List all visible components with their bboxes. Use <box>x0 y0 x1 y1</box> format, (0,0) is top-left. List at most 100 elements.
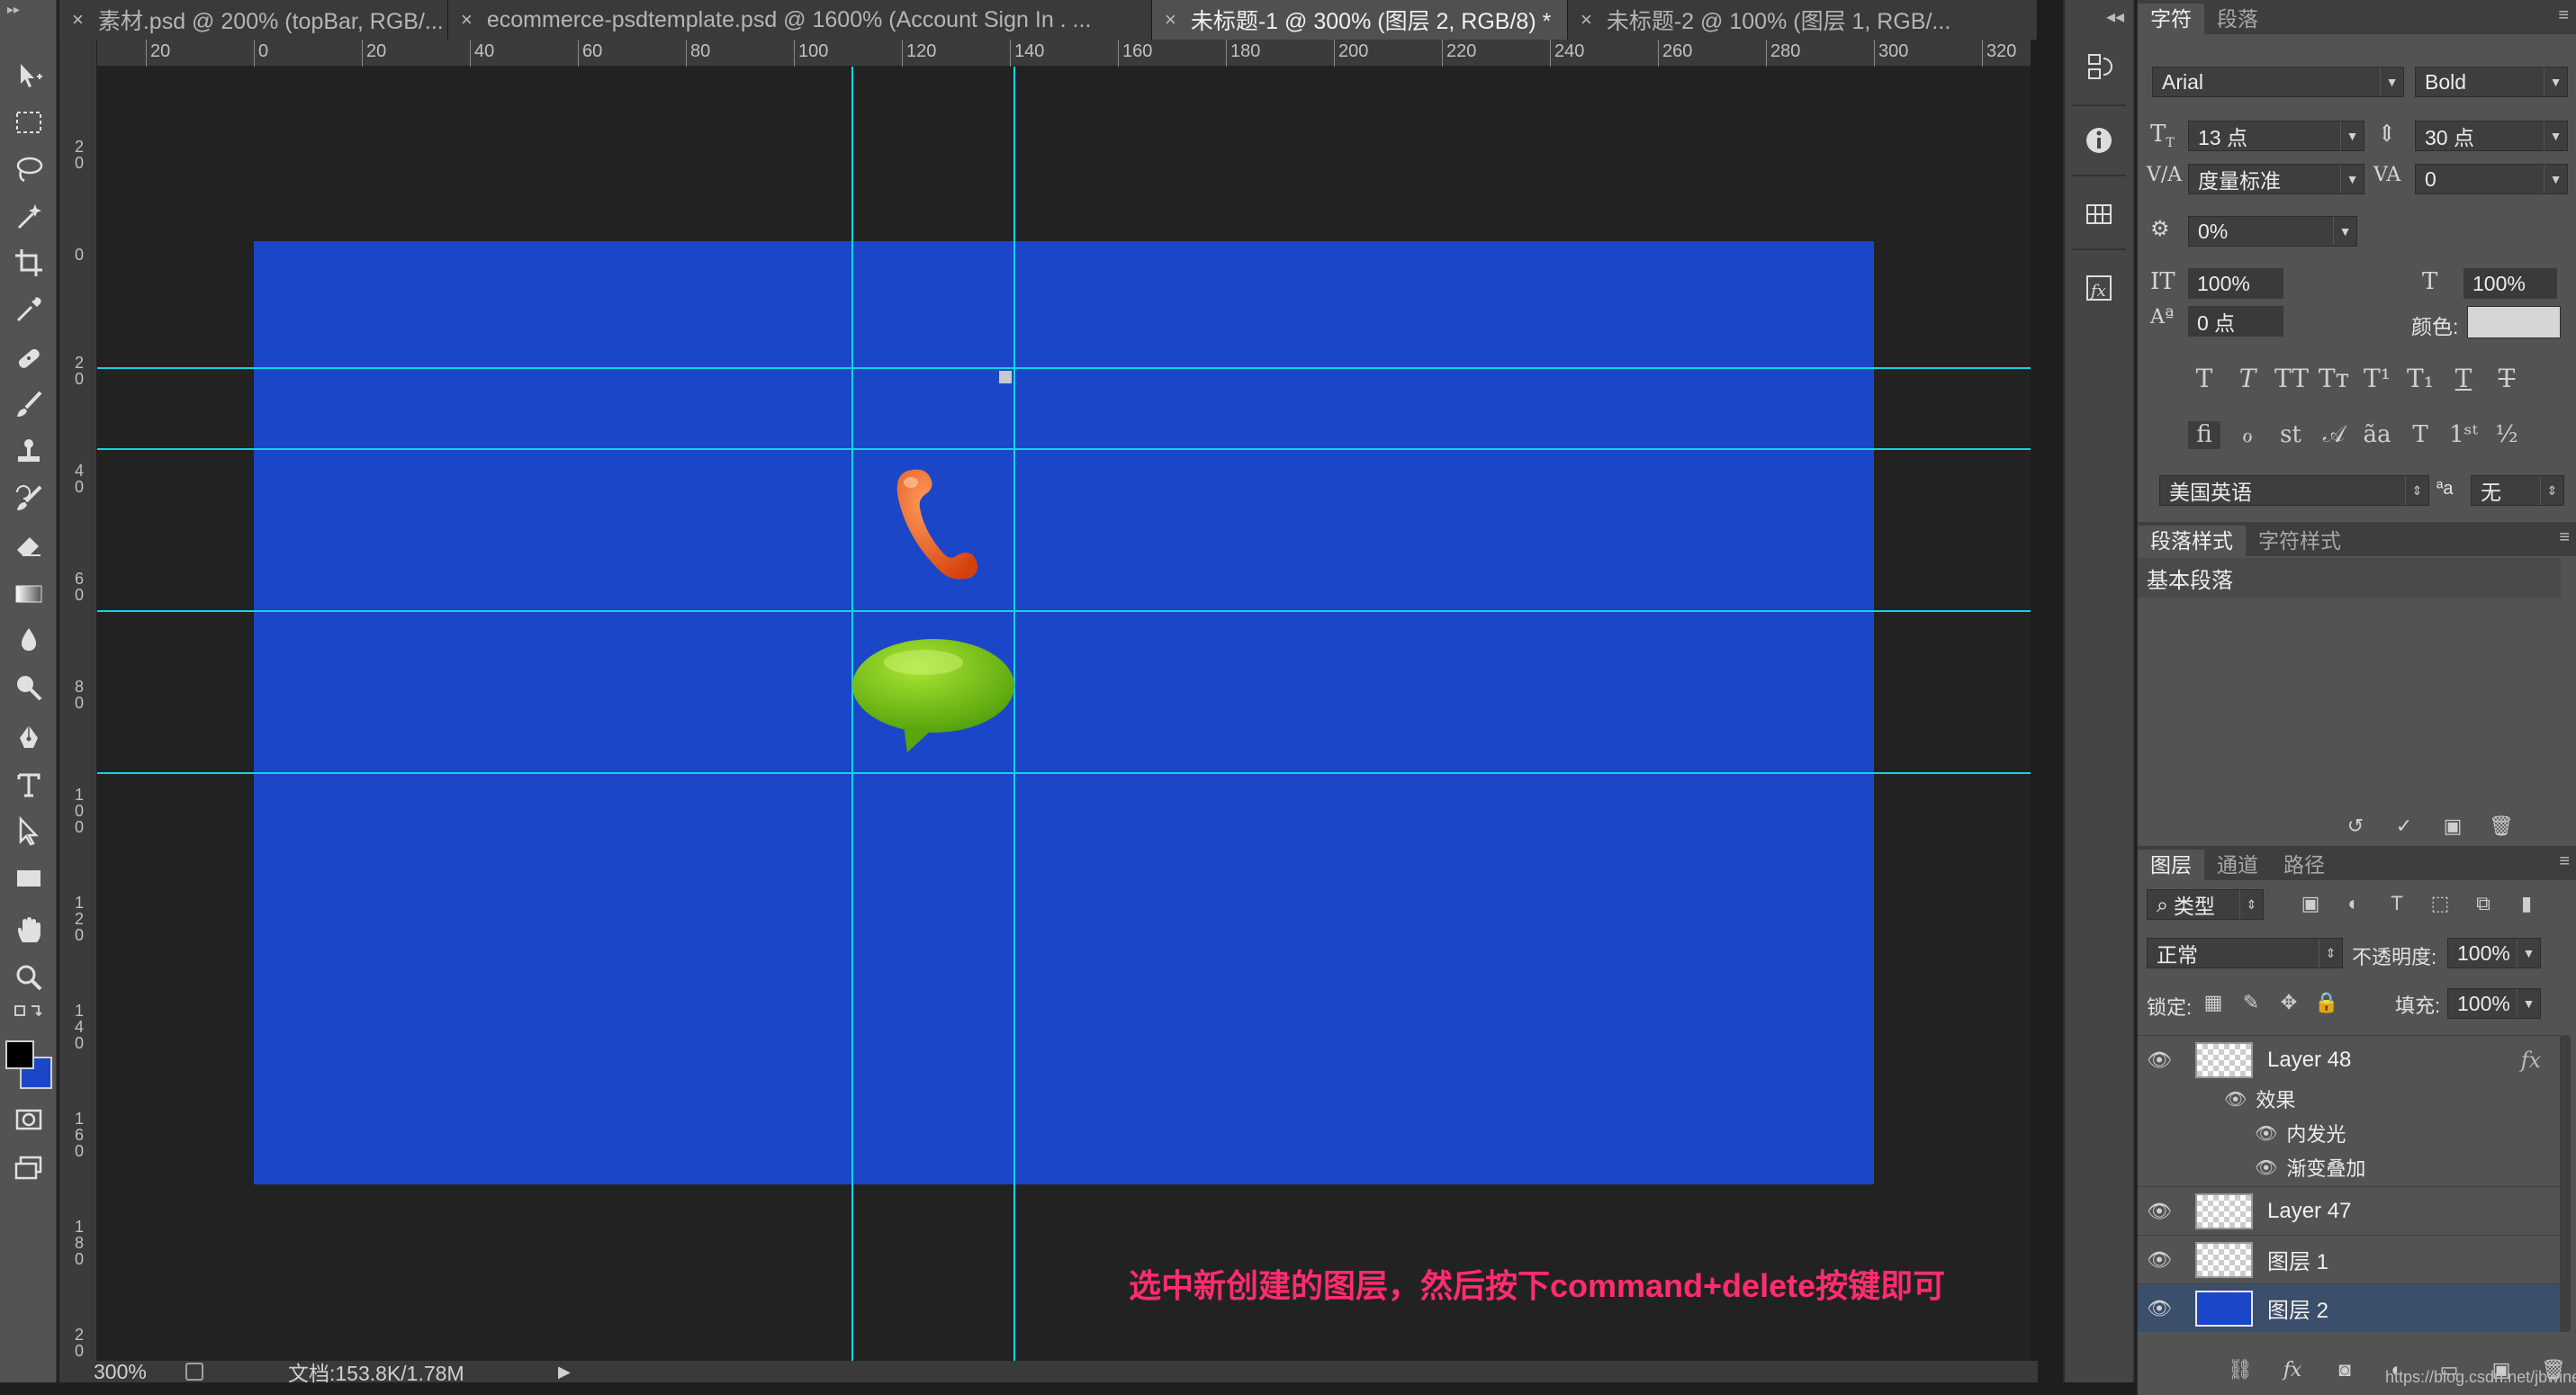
horizontal-guide[interactable] <box>97 367 2031 369</box>
close-tab-icon[interactable]: × <box>461 8 473 32</box>
visibility-eye-icon[interactable]: 👁 <box>2138 1200 2181 1223</box>
superscript-icon[interactable]: T¹ <box>2361 364 2393 393</box>
filter-adjustment-icon[interactable]: ◐ <box>2341 891 2366 916</box>
filter-smart-object-icon[interactable]: ⧉ <box>2471 891 2496 916</box>
quick-mask-icon[interactable] <box>7 1098 50 1141</box>
tab-paths[interactable]: 路径 <box>2271 850 2337 880</box>
paragraph-style-item[interactable]: 基本段落 <box>2138 558 2561 598</box>
vertical-ruler[interactable]: 2 0 0 2 0 4 0 6 0 8 0 1 0 0 1 2 0 1 4 0 1 6 0 1 8 … <box>59 40 97 1375</box>
zoom-level[interactable]: 300% <box>59 1360 167 1384</box>
eraser-tool-icon[interactable] <box>7 524 50 567</box>
discretionary-ligatures-icon[interactable]: st <box>2274 421 2307 449</box>
tab-paragraph[interactable]: 段落 <box>2204 4 2271 34</box>
redefine-style-icon[interactable]: ✓ <box>2391 814 2417 839</box>
link-layers-icon[interactable]: ⛓ <box>2228 1357 2253 1382</box>
history-brush-tool-icon[interactable] <box>7 477 50 520</box>
styles-panel-icon[interactable]: fx <box>2077 266 2121 310</box>
tab-character[interactable]: 字符 <box>2138 4 2204 34</box>
tab-character-styles[interactable]: 字符样式 <box>2246 526 2354 556</box>
clone-stamp-tool-icon[interactable] <box>7 430 50 473</box>
font-size-input[interactable]: 13 点 ▼ <box>2188 121 2364 151</box>
dock-collapse-icon[interactable]: ◂◂ <box>2106 5 2124 28</box>
horizontal-ruler[interactable]: 20 0 20 40 60 80 100 120 140 160 180 200 220 240 260 28… <box>97 40 2031 67</box>
ligatures-icon[interactable]: ﬁ <box>2188 421 2220 449</box>
swatches-panel-icon[interactable] <box>2077 193 2121 236</box>
panel-menu-icon[interactable]: ≡ <box>2559 527 2570 548</box>
marquee-tool-icon[interactable] <box>7 101 50 144</box>
screen-mode-icon[interactable] <box>7 1147 50 1190</box>
layers-scrollbar[interactable] <box>2560 1035 2571 1332</box>
layer-row-layer-2[interactable]: 👁 图层 2 <box>2138 1283 2561 1332</box>
foreground-color-swatch[interactable] <box>5 1040 34 1069</box>
document-canvas[interactable] <box>254 241 1874 1184</box>
filter-toggle-icon[interactable]: ▮ <box>2514 891 2539 916</box>
proof-setup-icon[interactable] <box>185 1363 203 1381</box>
magic-wand-tool-icon[interactable] <box>7 194 50 238</box>
eyedropper-tool-icon[interactable] <box>7 288 50 331</box>
crop-tool-icon[interactable] <box>7 241 50 284</box>
blur-tool-icon[interactable] <box>7 619 50 662</box>
swap-colors-icon[interactable] <box>7 1001 50 1031</box>
lock-transparency-icon[interactable]: ▦ <box>2201 990 2226 1015</box>
horizontal-guide[interactable] <box>97 772 2031 774</box>
tab-sucai[interactable]: × 素材.psd @ 200% (topBar, RGB/... <box>59 0 448 40</box>
ordinals-icon[interactable]: 1ˢᵗ <box>2447 421 2480 449</box>
baseline-shift-input[interactable]: 0 点 <box>2188 306 2283 337</box>
faux-bold-icon[interactable]: T <box>2188 364 2220 393</box>
gradient-tool-icon[interactable] <box>7 572 50 616</box>
close-tab-icon[interactable]: × <box>1581 8 1592 32</box>
tsume-input[interactable]: 0% ▼ <box>2188 216 2357 247</box>
fill-input[interactable]: 100% ▼ <box>2447 988 2541 1019</box>
visibility-eye-icon[interactable]: 👁 <box>2138 1248 2181 1272</box>
blend-mode-select[interactable]: 正常 ⇕ <box>2147 938 2343 968</box>
lock-position-icon[interactable]: ✥ <box>2276 990 2301 1015</box>
healing-brush-tool-icon[interactable] <box>7 337 50 380</box>
clear-override-icon[interactable]: ↺ <box>2343 814 2368 839</box>
canvas-area[interactable]: 选中新创建的图层，然后按下command+delete按键即可 <box>97 67 2031 1361</box>
vertical-scale-input[interactable]: 100% <box>2188 268 2283 299</box>
layer-row-layer-48[interactable]: 👁 Layer 48 fx <box>2138 1035 2561 1084</box>
kerning-select[interactable]: 度量标准 ▼ <box>2188 164 2364 194</box>
move-tool-icon[interactable] <box>7 54 50 97</box>
filter-type-icon[interactable]: T <box>2384 891 2409 916</box>
layer-filter-select[interactable]: ⌕ 类型 ⇕ <box>2147 889 2264 920</box>
zoom-tool-icon[interactable] <box>7 956 50 999</box>
tab-paragraph-styles[interactable]: 段落样式 <box>2138 526 2246 556</box>
type-tool-icon[interactable] <box>7 763 50 806</box>
font-family-select[interactable]: Arial ▼ <box>2152 67 2404 97</box>
panel-menu-icon[interactable]: ≡ <box>2559 851 2570 872</box>
effect-row-gradient-overlay[interactable]: 👁 渐变叠加 <box>2138 1150 2561 1184</box>
tab-channels[interactable]: 通道 <box>2204 850 2271 880</box>
filter-pixel-icon[interactable]: ▣ <box>2298 891 2323 916</box>
history-panel-icon[interactable] <box>2077 45 2121 88</box>
visibility-eye-icon[interactable]: 👁 <box>2255 1156 2277 1179</box>
tab-untitled-1[interactable]: × 未标题-1 @ 300% (图层 2, RGB/8) * <box>1152 0 1568 40</box>
swash-icon[interactable]: 𝒜 <box>2318 421 2350 449</box>
strikethrough-icon[interactable]: T <box>2490 364 2523 393</box>
tab-untitled-2[interactable]: × 未标题-2 @ 100% (图层 1, RGB/... <box>1568 0 2038 40</box>
lasso-tool-icon[interactable] <box>7 148 50 191</box>
contextual-alternates-icon[interactable]: ℴ <box>2231 421 2264 449</box>
layer-row-layer-1[interactable]: 👁 图层 1 <box>2138 1235 2561 1283</box>
opacity-input[interactable]: 100% ▼ <box>2447 938 2541 968</box>
effects-group-row[interactable]: 👁 效果 <box>2138 1082 2561 1116</box>
visibility-eye-icon[interactable]: 👁 <box>2138 1297 2181 1320</box>
leading-input[interactable]: 30 点 ▼ <box>2415 121 2568 151</box>
rectangle-tool-icon[interactable] <box>7 857 50 900</box>
text-color-swatch[interactable] <box>2467 306 2561 338</box>
tab-layers[interactable]: 图层 <box>2138 850 2204 880</box>
new-style-icon[interactable]: ▣ <box>2440 814 2465 839</box>
font-style-select[interactable]: Bold ▼ <box>2415 67 2568 97</box>
brush-tool-icon[interactable] <box>7 383 50 427</box>
layer-effects-fx-icon[interactable]: fx <box>2521 1048 2541 1073</box>
pen-tool-icon[interactable] <box>7 716 50 760</box>
small-caps-icon[interactable]: Tᴛ <box>2318 364 2350 393</box>
path-selection-tool-icon[interactable] <box>7 810 50 853</box>
info-panel-icon[interactable] <box>2077 119 2121 162</box>
fractions-icon[interactable]: ½ <box>2490 421 2523 449</box>
underline-icon[interactable]: T <box>2447 364 2480 393</box>
stylistic-alternates-icon[interactable]: ãa <box>2361 421 2393 449</box>
status-menu-arrow-icon[interactable]: ▶ <box>558 1363 571 1382</box>
language-select[interactable]: 美国英语 ⇕ <box>2159 475 2429 506</box>
tracking-input[interactable]: 0 ▼ <box>2415 164 2568 194</box>
